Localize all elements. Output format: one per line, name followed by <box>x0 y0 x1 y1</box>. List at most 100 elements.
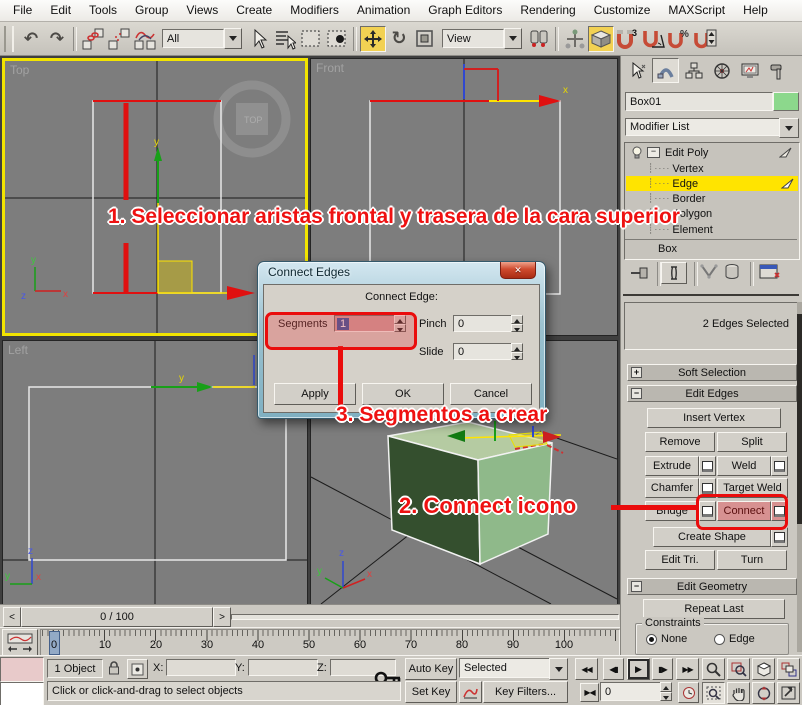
redo-icon[interactable]: ↷ <box>44 26 70 52</box>
tab-modify[interactable] <box>652 58 679 83</box>
menu-group[interactable]: Group <box>126 0 177 21</box>
menu-animation[interactable]: Animation <box>348 0 419 21</box>
chamfer-button[interactable]: Chamfer <box>645 478 699 498</box>
maxscript-listener-white[interactable] <box>0 682 44 705</box>
select-and-scale-icon[interactable] <box>412 26 438 52</box>
select-and-link-icon[interactable] <box>80 26 106 52</box>
menu-file[interactable]: File <box>4 0 41 21</box>
tab-hierarchy[interactable] <box>680 58 707 83</box>
remove-modifier-icon[interactable] <box>723 263 741 283</box>
panel-scrollbar-thumb[interactable] <box>797 314 802 524</box>
coordsys-arrow[interactable] <box>504 28 522 49</box>
remove-button[interactable]: Remove <box>645 432 715 452</box>
key-mode-toggle-icon[interactable]: ▶◀ <box>580 683 599 702</box>
make-unique-icon[interactable] <box>699 264 719 283</box>
modifier-list-dropdown[interactable]: Modifier List <box>625 118 781 136</box>
zoom-extents-icon[interactable] <box>752 658 775 680</box>
spinner-snap-toggle-icon[interactable] <box>692 26 718 52</box>
stack-item-edit-poly[interactable]: − Edit Poly <box>626 145 796 160</box>
select-object-icon[interactable] <box>246 26 272 52</box>
cancel-button[interactable]: Cancel <box>450 383 532 405</box>
rollout-soft-selection[interactable]: +Soft Selection <box>627 364 797 381</box>
object-name-field[interactable]: Box01 <box>625 92 773 111</box>
menu-edit[interactable]: Edit <box>41 0 80 21</box>
angle-snap-toggle-icon[interactable] <box>640 26 666 52</box>
reference-coordsys-dropdown[interactable]: View <box>442 28 522 49</box>
object-color-swatch[interactable] <box>773 92 799 111</box>
weld-button[interactable]: Weld <box>717 456 771 476</box>
stack-item-edge[interactable]: ┊····Edge <box>626 176 798 191</box>
maxscript-listener-pink[interactable] <box>0 657 44 682</box>
viewport-top-label[interactable]: Top <box>10 63 29 77</box>
selection-filter-arrow[interactable] <box>224 28 242 49</box>
y-field[interactable] <box>248 659 318 676</box>
menu-modifiers[interactable]: Modifiers <box>281 0 348 21</box>
menu-help[interactable]: Help <box>734 0 777 21</box>
apply-button[interactable]: Apply <box>274 383 356 405</box>
extrude-settings-icon[interactable] <box>699 456 716 476</box>
selection-set-arrow[interactable] <box>549 658 568 680</box>
rectangular-selection-region-icon[interactable] <box>298 26 324 52</box>
use-pivot-point-icon[interactable] <box>526 26 552 52</box>
panel-scrollbar[interactable] <box>797 302 802 652</box>
go-to-start-button[interactable]: ◀◀ <box>575 658 598 680</box>
constraint-none-radio[interactable]: None <box>646 633 687 645</box>
time-configuration-icon[interactable] <box>678 682 699 703</box>
go-to-end-button[interactable]: ▶▶ <box>676 658 699 680</box>
auto-key-button[interactable]: Auto Key <box>405 658 457 680</box>
unlink-selection-icon[interactable] <box>106 26 132 52</box>
close-icon[interactable]: ✕ <box>500 262 536 279</box>
viewport-front-label[interactable]: Front <box>316 61 344 75</box>
create-shape-button[interactable]: Create Shape <box>653 527 771 547</box>
pinch-spinner[interactable] <box>511 315 523 332</box>
repeat-last-button[interactable]: Repeat Last <box>643 599 785 619</box>
viewport-left-label[interactable]: Left <box>8 343 28 357</box>
collapse-box[interactable]: − <box>647 147 660 158</box>
tab-display[interactable] <box>736 58 763 83</box>
snap-toggle-3d-icon[interactable]: 3 <box>614 26 640 52</box>
absolute-mode-icon[interactable] <box>127 659 148 679</box>
window-crossing-icon[interactable] <box>324 26 350 52</box>
menu-graph-editors[interactable]: Graph Editors <box>419 0 511 21</box>
undo-icon[interactable]: ↶ <box>18 26 44 52</box>
selection-lock-icon[interactable] <box>106 660 122 679</box>
bind-to-space-warp-icon[interactable] <box>132 26 158 52</box>
tab-utilities[interactable] <box>764 58 791 83</box>
lightbulb-icon[interactable] <box>630 146 644 159</box>
set-key-button[interactable]: Set Key <box>405 681 457 703</box>
select-and-rotate-icon[interactable]: ↻ <box>386 26 412 52</box>
rollout-edit-edges[interactable]: −Edit Edges <box>627 385 797 402</box>
default-tangent-icon[interactable] <box>459 681 482 703</box>
menu-views[interactable]: Views <box>177 0 227 21</box>
tab-motion[interactable] <box>708 58 735 83</box>
stack-item-vertex[interactable]: ┊····Vertex <box>626 161 796 176</box>
stack-item-border[interactable]: ┊····Border <box>626 191 796 206</box>
selection-set-dropdown[interactable]: Selected <box>459 658 557 678</box>
pan-hand-icon[interactable] <box>727 682 750 704</box>
open-mini-curve-editor-button[interactable] <box>2 629 38 656</box>
min-max-toggle-icon[interactable] <box>777 682 800 704</box>
region-zoom-icon[interactable] <box>702 682 725 704</box>
play-button[interactable]: ▶ <box>627 658 650 680</box>
create-shape-settings-icon[interactable] <box>771 527 788 547</box>
select-and-move-icon[interactable] <box>360 26 386 52</box>
menu-customize[interactable]: Customize <box>585 0 660 21</box>
zoom-all-icon[interactable] <box>727 658 750 680</box>
menu-tools[interactable]: Tools <box>80 0 126 21</box>
next-frame-button[interactable]: ▮▶ <box>652 658 673 680</box>
arc-rotate-icon[interactable] <box>752 682 775 704</box>
select-and-manipulate-icon[interactable] <box>562 26 588 52</box>
time-slider-track[interactable] <box>231 614 619 620</box>
time-prev-button[interactable]: < <box>3 607 21 627</box>
time-next-button[interactable]: > <box>213 607 231 627</box>
select-by-name-icon[interactable] <box>272 26 298 52</box>
menu-rendering[interactable]: Rendering <box>511 0 584 21</box>
pinch-field[interactable]: 0 <box>453 315 517 332</box>
turn-button[interactable]: Turn <box>717 550 787 570</box>
percent-snap-toggle-icon[interactable]: % <box>666 26 692 52</box>
time-slider-button[interactable]: 0 / 100 <box>21 607 213 627</box>
show-end-result-icon[interactable] <box>661 262 687 284</box>
zoom-icon[interactable] <box>702 658 725 680</box>
menu-maxscript[interactable]: MAXScript <box>659 0 734 21</box>
stack-item-box[interactable]: Box <box>626 241 796 256</box>
